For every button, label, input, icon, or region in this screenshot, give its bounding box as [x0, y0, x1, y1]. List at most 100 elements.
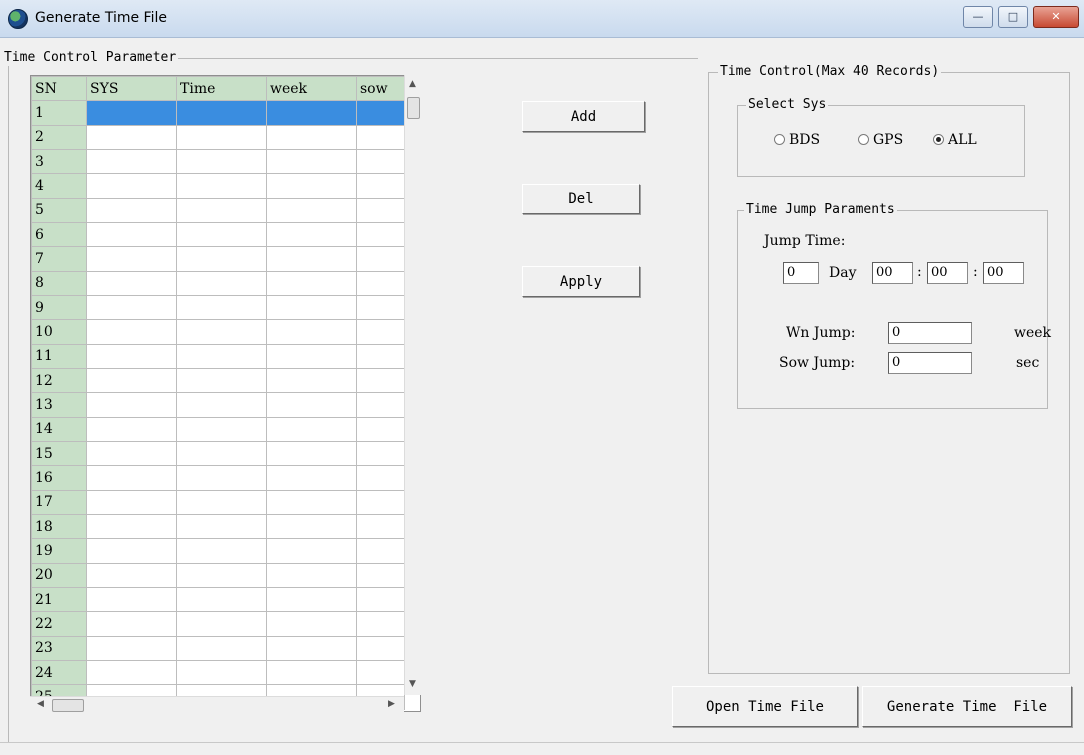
- table-cell[interactable]: [176, 538, 267, 564]
- table-row[interactable]: 4: [31, 173, 405, 199]
- table-cell[interactable]: [266, 197, 357, 223]
- table-cell[interactable]: [176, 392, 267, 418]
- table-row[interactable]: 12: [31, 367, 405, 394]
- table-row[interactable]: 1: [31, 100, 405, 126]
- row-number[interactable]: 10: [31, 319, 87, 345]
- table-cell[interactable]: [266, 562, 357, 588]
- table-cell[interactable]: [266, 294, 357, 321]
- table-cell[interactable]: [356, 367, 405, 394]
- column-header-week[interactable]: week: [266, 76, 357, 102]
- table-cell[interactable]: [86, 465, 177, 491]
- table-cell[interactable]: [266, 221, 357, 248]
- table-row[interactable]: 16: [31, 465, 405, 491]
- day-input[interactable]: 0: [783, 262, 819, 284]
- table-cell[interactable]: [356, 173, 405, 199]
- row-number[interactable]: 4: [31, 173, 87, 199]
- row-number[interactable]: 5: [31, 197, 87, 223]
- close-button[interactable]: ✕: [1033, 6, 1079, 28]
- table-cell[interactable]: [176, 635, 267, 661]
- table-cell[interactable]: [176, 343, 267, 369]
- table-row[interactable]: 5: [31, 197, 405, 223]
- table-cell[interactable]: [86, 124, 177, 150]
- table-cell[interactable]: [356, 611, 405, 637]
- table-cell[interactable]: [356, 246, 405, 272]
- table-row[interactable]: 11: [31, 343, 405, 369]
- table-cell[interactable]: [176, 270, 267, 296]
- table-cell[interactable]: [356, 124, 405, 150]
- row-number[interactable]: 7: [31, 246, 87, 272]
- column-header-sn[interactable]: SN: [31, 76, 87, 102]
- table-cell[interactable]: [86, 513, 177, 540]
- table-cell[interactable]: [86, 148, 177, 175]
- table-cell[interactable]: [356, 440, 405, 467]
- table-cell[interactable]: [176, 124, 267, 150]
- row-number[interactable]: 21: [31, 586, 87, 613]
- table-cell[interactable]: [266, 100, 357, 126]
- table-cell[interactable]: [266, 392, 357, 418]
- table-row[interactable]: 21: [31, 586, 405, 613]
- radio-all[interactable]: ALL: [933, 132, 977, 148]
- table-cell[interactable]: [86, 611, 177, 637]
- table-row[interactable]: 7: [31, 246, 405, 272]
- table-cell[interactable]: [266, 367, 357, 394]
- table-row[interactable]: 22: [31, 611, 405, 637]
- scroll-left-icon[interactable]: ◀: [37, 699, 44, 709]
- table-row[interactable]: 10: [31, 319, 405, 345]
- table-cell[interactable]: [176, 513, 267, 540]
- second-input[interactable]: 00: [983, 262, 1024, 284]
- table-row[interactable]: 14: [31, 416, 405, 442]
- minimize-button[interactable]: —: [963, 6, 993, 28]
- table-cell[interactable]: [176, 148, 267, 175]
- minute-input[interactable]: 00: [927, 262, 968, 284]
- table-cell[interactable]: [86, 635, 177, 661]
- table-cell[interactable]: [86, 221, 177, 248]
- table-cell[interactable]: [86, 489, 177, 515]
- table-cell[interactable]: [86, 562, 177, 588]
- table-cell[interactable]: [176, 416, 267, 442]
- table-cell[interactable]: [266, 513, 357, 540]
- open-time-file-button[interactable]: Open Time File: [672, 686, 858, 727]
- table-row[interactable]: 17: [31, 489, 405, 515]
- table-cell[interactable]: [176, 197, 267, 223]
- table-cell[interactable]: [176, 173, 267, 199]
- table-cell[interactable]: [356, 489, 405, 515]
- table-cell[interactable]: [266, 343, 357, 369]
- table-cell[interactable]: [356, 319, 405, 345]
- generate-time-file-button[interactable]: Generate Time File: [862, 686, 1072, 727]
- table-cell[interactable]: [86, 440, 177, 467]
- table-cell[interactable]: [266, 148, 357, 175]
- table-cell[interactable]: [356, 148, 405, 175]
- vertical-scrollbar[interactable]: ▲ ▼: [404, 75, 421, 695]
- row-number[interactable]: 15: [31, 440, 87, 467]
- row-number[interactable]: 22: [31, 611, 87, 637]
- table-cell[interactable]: [86, 173, 177, 199]
- table-cell[interactable]: [266, 416, 357, 442]
- maximize-button[interactable]: □: [998, 6, 1028, 28]
- table-cell[interactable]: [176, 562, 267, 588]
- row-number[interactable]: 17: [31, 489, 87, 515]
- table-cell[interactable]: [176, 294, 267, 321]
- vertical-scroll-thumb[interactable]: [407, 97, 420, 119]
- table-cell[interactable]: [266, 611, 357, 637]
- table-row[interactable]: 15: [31, 440, 405, 467]
- table-cell[interactable]: [266, 124, 357, 150]
- table-cell[interactable]: [176, 319, 267, 345]
- row-number[interactable]: 9: [31, 294, 87, 321]
- row-number[interactable]: 11: [31, 343, 87, 369]
- table-cell[interactable]: [356, 416, 405, 442]
- table-row[interactable]: 6: [31, 221, 405, 248]
- table-cell[interactable]: [356, 100, 405, 126]
- table-row[interactable]: 2: [31, 124, 405, 150]
- row-number[interactable]: 8: [31, 270, 87, 296]
- table-cell[interactable]: [266, 586, 357, 613]
- table-cell[interactable]: [266, 440, 357, 467]
- row-number[interactable]: 18: [31, 513, 87, 540]
- scroll-up-icon[interactable]: ▲: [409, 79, 416, 89]
- table-cell[interactable]: [86, 392, 177, 418]
- scroll-right-icon[interactable]: ▶: [388, 699, 395, 709]
- table-row[interactable]: 24: [31, 659, 405, 686]
- table-cell[interactable]: [176, 100, 267, 126]
- table-cell[interactable]: [86, 270, 177, 296]
- column-header-sow[interactable]: sow: [356, 76, 405, 102]
- table-row[interactable]: 8: [31, 270, 405, 296]
